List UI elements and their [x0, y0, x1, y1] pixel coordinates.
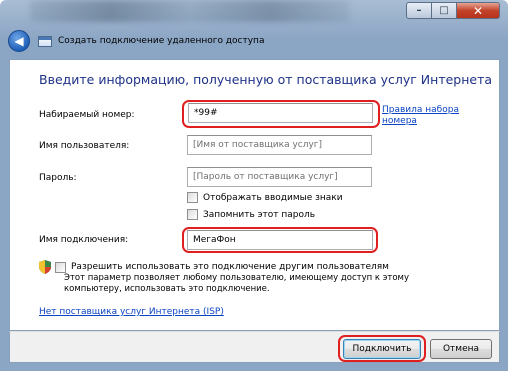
- connection-name-label: Имя подключения:: [39, 235, 129, 245]
- no-isp-link[interactable]: Нет поставщика услуг Интернета (ISP): [39, 307, 224, 318]
- show-characters-label: Отображать вводимые знаки: [203, 192, 343, 203]
- remember-password-label: Запомнить этот пароль: [203, 209, 316, 220]
- password-input[interactable]: [Пароль от поставщика услуг]: [187, 167, 372, 187]
- back-arrow-icon[interactable]: ◀: [8, 30, 30, 52]
- uac-shield-icon: [39, 260, 51, 274]
- username-input[interactable]: [Имя от поставщика услуг]: [187, 135, 372, 155]
- window-title: Создать подключение удаленного доступа: [58, 36, 265, 46]
- connection-name-input[interactable]: МегаФон: [187, 230, 373, 250]
- phone-number-label: Набираемый номер:: [39, 110, 135, 120]
- close-button[interactable]: ✕: [457, 2, 500, 19]
- wizard-header: ◀ Создать подключение удаленного доступа: [6, 26, 502, 56]
- allow-others-checkbox[interactable]: [55, 261, 66, 273]
- connect-button[interactable]: Подключить: [343, 339, 421, 359]
- remember-password-row[interactable]: Запомнить этот пароль: [187, 209, 315, 220]
- allow-others-row[interactable]: Разрешить использовать это подключение д…: [39, 260, 389, 274]
- allow-others-label: Разрешить использовать это подключение д…: [71, 262, 389, 272]
- window: – □ ✕ ◀ Создать подключение удаленного д…: [0, 0, 508, 371]
- caption-buttons: – □ ✕: [406, 2, 500, 19]
- show-characters-row[interactable]: Отображать вводимые знаки: [187, 192, 343, 203]
- username-label: Имя пользователя:: [39, 141, 130, 151]
- show-characters-checkbox[interactable]: [187, 192, 198, 203]
- wizard-content: Введите информацию, полученную от постав…: [9, 59, 500, 331]
- cancel-button[interactable]: Отмена: [430, 339, 492, 359]
- password-label: Пароль:: [39, 173, 77, 183]
- minimize-button[interactable]: –: [406, 2, 432, 19]
- page-heading: Введите информацию, полученную от постав…: [39, 72, 493, 87]
- phone-number-input[interactable]: *99#: [188, 103, 373, 123]
- window-app-icon: [38, 35, 52, 47]
- button-bar: Подключить Отмена: [9, 331, 500, 363]
- remember-password-checkbox[interactable]: [187, 209, 198, 220]
- title-bar-background: [30, 0, 350, 22]
- maximize-button[interactable]: □: [432, 2, 457, 19]
- dialing-rules-link[interactable]: Правила набора номера: [382, 105, 482, 127]
- allow-others-description: Этот параметр позволяет любому пользоват…: [64, 273, 409, 294]
